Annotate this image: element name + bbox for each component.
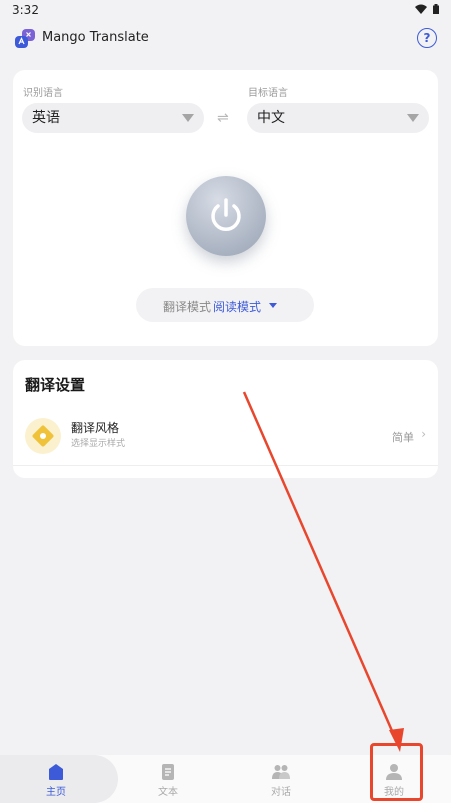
chevron-right-icon: › xyxy=(421,427,426,441)
battery-icon xyxy=(433,4,439,14)
translate-card: 识别语言 目标语言 英语 ⇌ 中文 翻译模式 阅读模式 xyxy=(13,70,438,346)
tab-conversation[interactable]: 对话 xyxy=(241,755,321,803)
start-translate-button[interactable] xyxy=(186,176,266,256)
translate-settings-card: 翻译设置 翻译风格 选择显示样式 简单 › xyxy=(13,360,438,478)
source-language-value: 英语 xyxy=(32,110,60,126)
power-icon xyxy=(211,198,241,231)
status-bar: 3:32 xyxy=(0,0,451,22)
wifi-icon xyxy=(415,4,427,14)
tab-text-label: 文本 xyxy=(158,787,178,798)
translate-mode-value: 阅读模式 xyxy=(213,300,262,314)
app-header: Mango Translate ? xyxy=(0,26,451,54)
settings-title: 翻译设置 xyxy=(25,376,86,394)
annotation-highlight-box xyxy=(370,743,423,801)
tab-home[interactable]: 主页 xyxy=(16,755,96,803)
tab-home-label: 主页 xyxy=(46,787,66,798)
tab-conversation-label: 对话 xyxy=(271,787,291,798)
document-icon xyxy=(162,764,174,780)
status-time: 3:32 xyxy=(12,3,39,17)
chevron-down-icon xyxy=(407,114,419,122)
chevron-down-icon xyxy=(269,303,277,308)
translate-mode-selector[interactable]: 翻译模式 阅读模式 xyxy=(136,288,314,322)
source-language-select[interactable]: 英语 xyxy=(22,103,204,133)
home-icon xyxy=(49,764,63,780)
app-title: Mango Translate xyxy=(42,30,149,45)
source-language-label: 识别语言 xyxy=(23,88,63,99)
translate-mode-label: 翻译模式 xyxy=(163,300,212,314)
translate-style-desc: 选择显示样式 xyxy=(71,439,126,449)
tab-text[interactable]: 文本 xyxy=(128,755,208,803)
app-logo-icon xyxy=(15,29,35,48)
translate-style-row[interactable]: 翻译风格 选择显示样式 简单 › xyxy=(13,412,438,466)
style-diamond-icon xyxy=(25,418,61,454)
conversation-icon xyxy=(272,765,290,779)
translate-style-value: 简单 xyxy=(392,431,414,444)
chevron-down-icon xyxy=(182,114,194,122)
swap-languages-icon[interactable]: ⇌ xyxy=(217,110,229,126)
target-language-label: 目标语言 xyxy=(248,88,288,99)
help-glyph: ? xyxy=(423,31,431,45)
translate-style-name: 翻译风格 xyxy=(71,421,120,435)
help-icon[interactable]: ? xyxy=(417,28,437,48)
target-language-value: 中文 xyxy=(257,110,285,126)
target-language-select[interactable]: 中文 xyxy=(247,103,429,133)
